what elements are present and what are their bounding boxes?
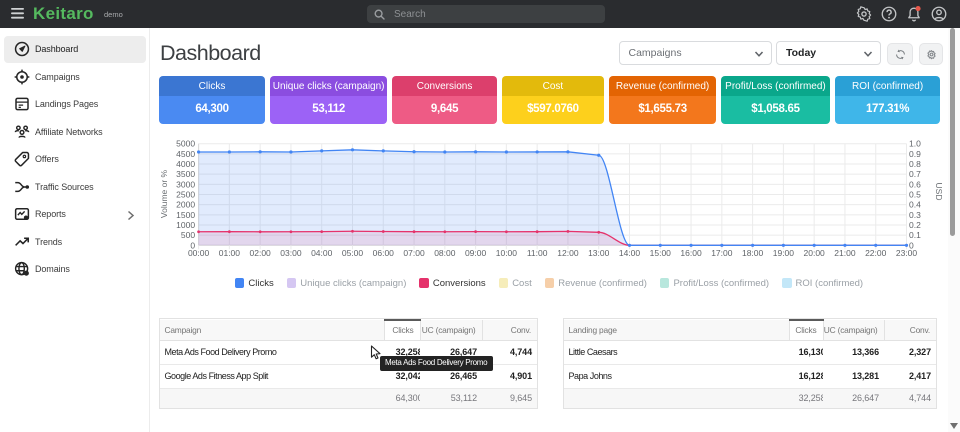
svg-text:20:00: 20:00 — [804, 248, 826, 258]
svg-text:0.1: 0.1 — [909, 230, 921, 240]
svg-text:4500: 4500 — [176, 149, 195, 159]
svg-text:17:00: 17:00 — [711, 248, 733, 258]
svg-text:1500: 1500 — [176, 210, 195, 220]
svg-text:0.9: 0.9 — [909, 149, 921, 159]
svg-text:USD: USD — [934, 183, 944, 201]
svg-text:21:00: 21:00 — [834, 248, 856, 258]
svg-text:01:00: 01:00 — [219, 248, 241, 258]
svg-text:3500: 3500 — [176, 169, 195, 179]
svg-text:12:00: 12:00 — [557, 248, 579, 258]
svg-text:09:00: 09:00 — [465, 248, 487, 258]
svg-text:0.2: 0.2 — [909, 220, 921, 230]
svg-text:3000: 3000 — [176, 179, 195, 189]
svg-text:13:00: 13:00 — [588, 248, 610, 258]
svg-text:07:00: 07:00 — [403, 248, 425, 258]
svg-text:10:00: 10:00 — [496, 248, 518, 258]
svg-text:500: 500 — [181, 230, 195, 240]
svg-text:16:00: 16:00 — [680, 248, 702, 258]
svg-text:23:00: 23:00 — [896, 248, 918, 258]
svg-text:0.8: 0.8 — [909, 159, 921, 169]
svg-text:4000: 4000 — [176, 159, 195, 169]
svg-text:0.5: 0.5 — [909, 190, 921, 200]
svg-text:19:00: 19:00 — [773, 248, 795, 258]
svg-text:04:00: 04:00 — [311, 248, 333, 258]
svg-text:1.0: 1.0 — [909, 139, 921, 149]
svg-text:5000: 5000 — [176, 139, 195, 149]
svg-text:03:00: 03:00 — [280, 248, 302, 258]
svg-text:05:00: 05:00 — [342, 248, 364, 258]
svg-text:0.6: 0.6 — [909, 179, 921, 189]
svg-text:2500: 2500 — [176, 190, 195, 200]
svg-text:11:00: 11:00 — [527, 248, 548, 258]
svg-text:02:00: 02:00 — [250, 248, 272, 258]
svg-text:1000: 1000 — [176, 220, 195, 230]
svg-text:22:00: 22:00 — [865, 248, 887, 258]
svg-text:08:00: 08:00 — [434, 248, 456, 258]
svg-text:2000: 2000 — [176, 200, 195, 210]
svg-text:00:00: 00:00 — [188, 248, 210, 258]
svg-text:0.4: 0.4 — [909, 200, 921, 210]
svg-text:15:00: 15:00 — [650, 248, 672, 258]
svg-text:0.7: 0.7 — [909, 169, 921, 179]
svg-text:06:00: 06:00 — [373, 248, 395, 258]
svg-text:Volume or %: Volume or % — [159, 169, 169, 218]
svg-text:14:00: 14:00 — [619, 248, 641, 258]
svg-text:0.3: 0.3 — [909, 210, 921, 220]
svg-text:18:00: 18:00 — [742, 248, 764, 258]
